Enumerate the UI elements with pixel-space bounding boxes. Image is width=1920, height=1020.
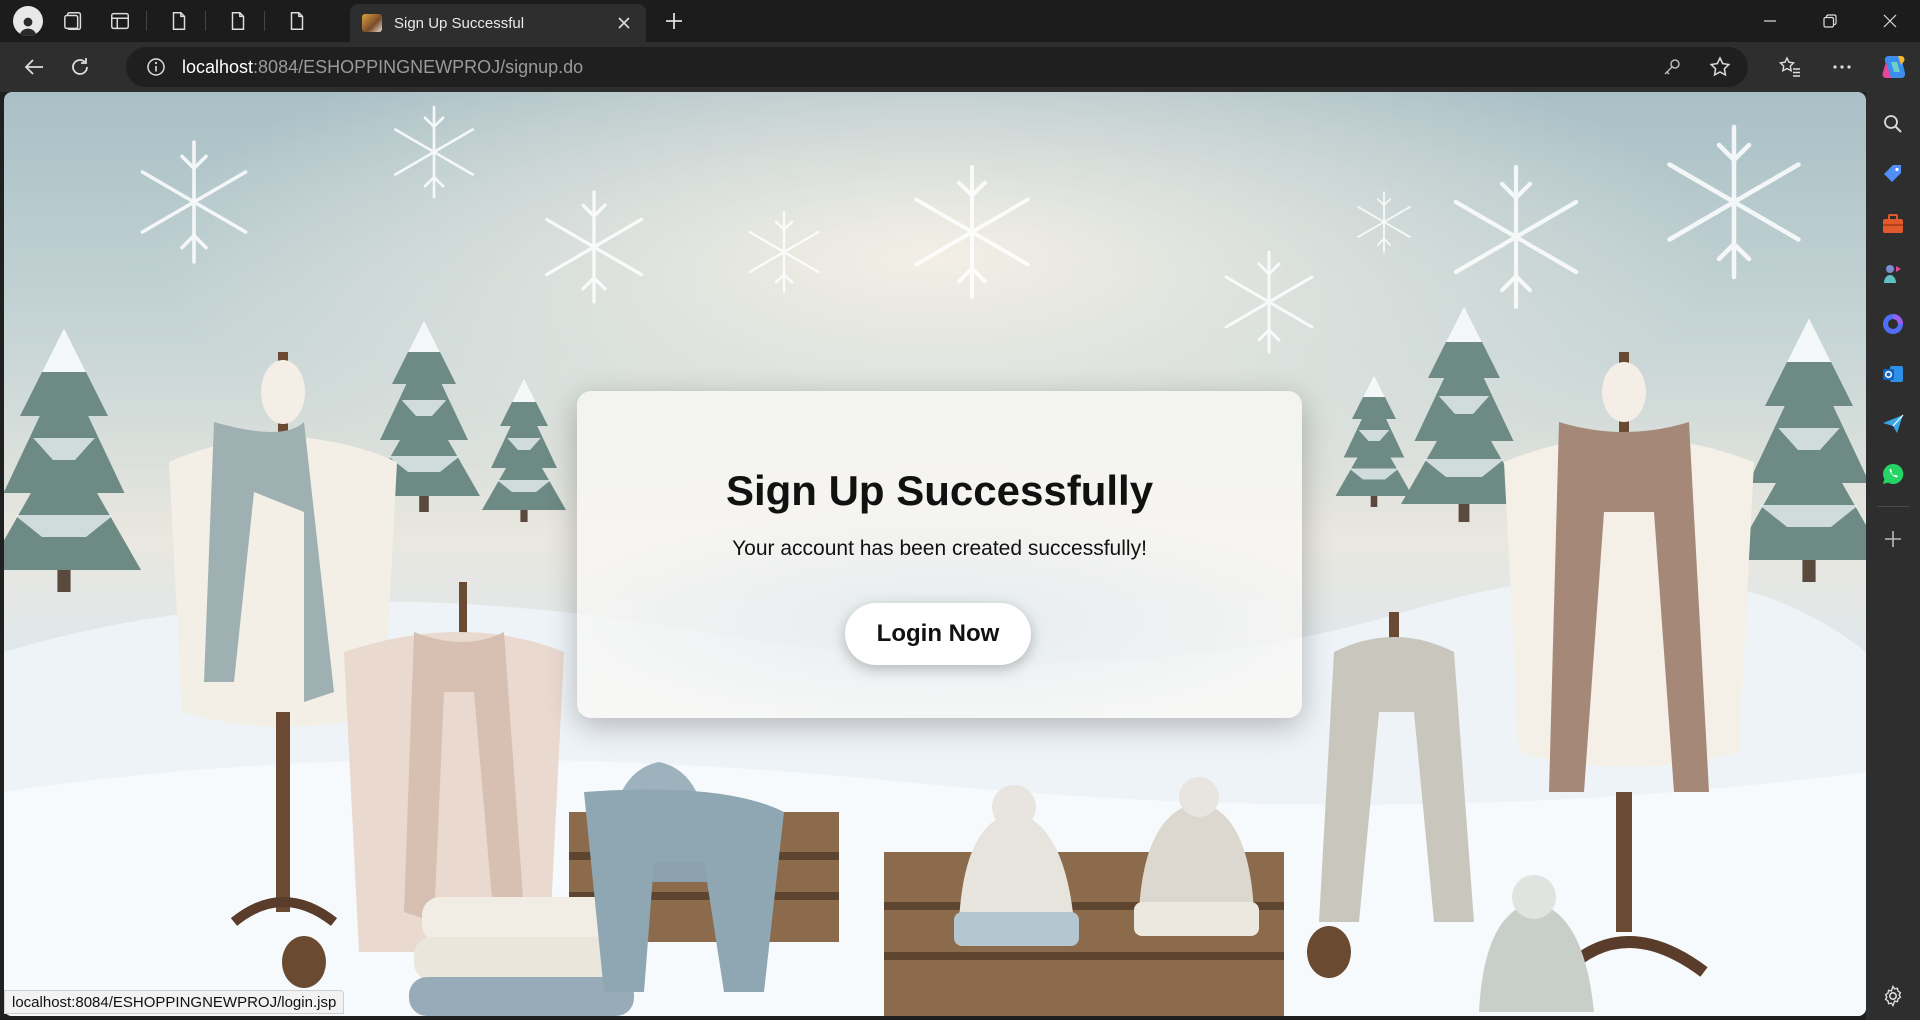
page-title: Sign Up Successfully — [725, 467, 1154, 514]
briefcase-icon — [1883, 214, 1903, 233]
profile-button[interactable] — [8, 4, 48, 38]
tab-actions-icon — [111, 12, 129, 30]
close-icon — [618, 17, 630, 29]
sidebar-tools-button[interactable] — [1875, 206, 1911, 242]
favorites-button[interactable] — [1764, 47, 1816, 87]
restore-icon — [1823, 14, 1837, 28]
new-tab-button[interactable] — [658, 6, 690, 36]
address-bar-actions — [1656, 47, 1736, 87]
url-host: localhost — [182, 56, 254, 77]
refresh-icon — [72, 58, 88, 75]
sidebar-games-button[interactable] — [1875, 256, 1911, 292]
pinned-tab[interactable] — [218, 4, 258, 38]
send-icon — [1883, 414, 1904, 433]
search-icon — [1884, 115, 1902, 133]
sidebar-search-button[interactable] — [1875, 106, 1911, 142]
minimize-button[interactable] — [1740, 0, 1800, 42]
close-window-button[interactable] — [1860, 0, 1920, 42]
status-bar-url: localhost:8084/ESHOPPINGNEWPROJ/login.js… — [4, 990, 345, 1014]
copilot-icon — [1882, 56, 1906, 78]
address-bar[interactable]: localhost:8084/ESHOPPINGNEWPROJ/signup.d… — [126, 47, 1748, 87]
tab-title: Sign Up Successful — [394, 14, 525, 32]
url-path: :8084/ESHOPPINGNEWPROJ/signup.do — [253, 56, 584, 77]
sidebar-whatsapp-button[interactable] — [1875, 456, 1911, 492]
page-viewport: Sign Up Successfully Your account has be… — [4, 92, 1866, 1016]
key-icon — [1664, 59, 1680, 75]
outlook-icon — [1883, 366, 1903, 382]
active-tab[interactable]: Sign Up Successful — [350, 4, 646, 42]
back-arrow-icon — [24, 59, 43, 75]
page-icon — [231, 12, 245, 30]
tag-icon — [1884, 165, 1901, 182]
close-icon — [1883, 14, 1897, 28]
star-icon — [1709, 56, 1731, 77]
divider — [205, 11, 206, 31]
success-message: Your account has been created successful… — [732, 537, 1147, 560]
minimize-icon — [1764, 20, 1776, 22]
window-controls — [1740, 0, 1920, 42]
workspaces-button[interactable] — [54, 4, 94, 38]
divider — [1877, 506, 1909, 507]
back-button[interactable] — [12, 47, 56, 87]
login-now-button[interactable]: Login Now — [845, 603, 1031, 665]
toolbar-right — [1764, 42, 1920, 92]
settings-icon — [1884, 985, 1902, 1007]
more-button[interactable] — [1816, 47, 1868, 87]
plus-icon — [1885, 531, 1901, 547]
games-icon — [1884, 265, 1901, 283]
sidebar-send-button[interactable] — [1875, 406, 1911, 442]
sidebar-shopping-button[interactable] — [1875, 156, 1911, 192]
more-icon — [1833, 65, 1851, 69]
sidebar-add-button[interactable] — [1875, 521, 1911, 557]
favorites-icon — [1779, 56, 1800, 77]
divider — [264, 11, 265, 31]
close-tab-button[interactable] — [610, 9, 638, 37]
restore-button[interactable] — [1800, 0, 1860, 42]
page-icon — [172, 12, 186, 30]
tab-actions-button[interactable] — [100, 4, 140, 38]
favorite-button[interactable] — [1704, 51, 1736, 83]
info-icon — [147, 58, 165, 76]
site-favicon-icon — [362, 14, 382, 32]
copilot-icon — [1883, 314, 1903, 334]
signup-success-card: Sign Up Successfully Your account has be… — [577, 391, 1302, 718]
browser-sidebar — [1866, 92, 1920, 1020]
title-bar: Sign Up Successful — [0, 0, 1920, 42]
pinned-tab[interactable] — [159, 4, 199, 38]
pinned-tab[interactable] — [277, 4, 317, 38]
divider — [146, 11, 147, 31]
plus-icon — [666, 13, 682, 29]
sidebar-copilot-button[interactable] — [1875, 306, 1911, 342]
copilot-button[interactable] — [1868, 47, 1920, 87]
password-button[interactable] — [1656, 51, 1688, 83]
site-info-button[interactable] — [136, 47, 176, 87]
browser-toolbar: localhost:8084/ESHOPPINGNEWPROJ/signup.d… — [0, 42, 1920, 92]
refresh-button[interactable] — [58, 47, 102, 87]
profile-icon — [13, 6, 43, 36]
sidebar-settings-button[interactable] — [1875, 978, 1911, 1014]
workspaces-icon — [64, 12, 82, 30]
url-text[interactable]: localhost:8084/ESHOPPINGNEWPROJ/signup.d… — [182, 57, 583, 78]
whatsapp-icon — [1883, 463, 1904, 484]
sidebar-outlook-button[interactable] — [1875, 356, 1911, 392]
page-icon — [290, 12, 304, 30]
